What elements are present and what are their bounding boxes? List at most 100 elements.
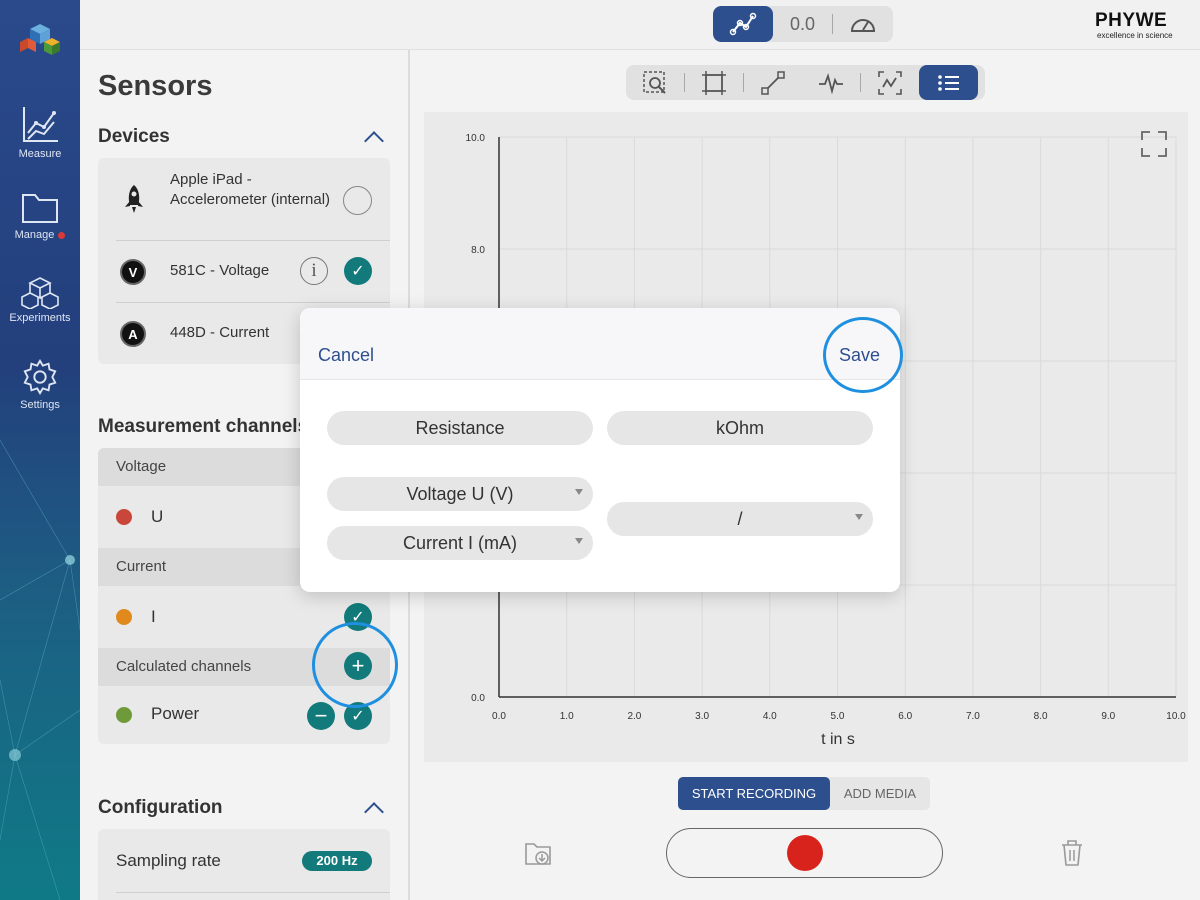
rail-label-manage: Manage: [15, 229, 66, 241]
chart-line-icon: [23, 107, 58, 142]
rail-item-settings[interactable]: Settings: [0, 358, 80, 411]
cubes-icon: [21, 277, 59, 309]
x-tick-label: 0.0: [492, 711, 506, 722]
rail-label-measure: Measure: [18, 148, 62, 160]
x-tick-label: 4.0: [763, 711, 777, 722]
folder-icon: [22, 194, 58, 223]
list-view-button[interactable]: [919, 65, 978, 100]
page-title: Sensors: [98, 70, 213, 102]
graph-line-icon: [729, 12, 757, 36]
zoom-button[interactable]: [626, 65, 684, 100]
x-axis-label: t in s: [821, 731, 855, 748]
dropdown-caret-icon: [575, 538, 583, 544]
list-icon: [937, 74, 959, 91]
channel-color-dot: [116, 609, 132, 625]
rail-item-manage[interactable]: Manage: [0, 190, 80, 241]
analysis-button[interactable]: [861, 65, 919, 100]
x-tick-label: 1.0: [560, 711, 574, 722]
voltage-sensor-badge-icon: V: [120, 259, 146, 285]
collapse-configuration-chevron-icon[interactable]: [364, 802, 384, 822]
current-sensor-badge-icon: A: [120, 321, 146, 347]
app-logo-icon: [20, 24, 60, 55]
operand-1-select[interactable]: Voltage U (V): [327, 477, 593, 511]
channel-color-dot: [116, 707, 132, 723]
slope-button[interactable]: [744, 65, 802, 100]
cancel-button[interactable]: Cancel: [318, 345, 374, 366]
highlight-ring-save: [823, 317, 903, 393]
chart-toolbar: [626, 65, 985, 100]
x-tick-label: 6.0: [898, 711, 912, 722]
dropdown-caret-icon: [855, 514, 863, 520]
operator-value: /: [737, 508, 743, 529]
channel-color-dot: [116, 509, 132, 525]
rail-label-settings: Settings: [20, 399, 60, 411]
y-tick-label: 10.0: [466, 133, 486, 144]
remove-channel-minus-icon[interactable]: −: [307, 702, 335, 730]
configuration-heading: Configuration: [98, 797, 223, 818]
divider: [116, 302, 390, 303]
record-button[interactable]: [787, 835, 823, 871]
operator-select[interactable]: /: [607, 502, 873, 536]
x-tick-label: 9.0: [1101, 711, 1115, 722]
folder-download-icon[interactable]: [524, 840, 554, 868]
gauge-icon: [850, 19, 876, 32]
device-select-radio[interactable]: [343, 186, 372, 215]
dialog-header: [300, 308, 900, 380]
fit-button[interactable]: [685, 65, 743, 100]
graph-view-button[interactable]: [713, 6, 773, 42]
trash-icon[interactable]: [1058, 838, 1086, 868]
signal-wave-icon: [819, 72, 843, 94]
channel-name-power: Power: [151, 704, 200, 723]
channel-name-u: U: [151, 507, 164, 526]
zoom-icon: [643, 70, 666, 94]
network-background: [0, 439, 80, 900]
top-bar: 0.0 PHYWE excellence in science: [80, 0, 1200, 50]
devices-heading: Devices: [98, 126, 170, 147]
dropdown-caret-icon: [575, 489, 583, 495]
rail-item-experiments[interactable]: Experiments: [0, 275, 80, 324]
voltage-enabled-check-icon[interactable]: ✓: [344, 257, 372, 285]
divider: [116, 240, 390, 241]
collapse-devices-chevron-icon[interactable]: [364, 131, 384, 151]
operand-2-value: Current I (mA): [402, 532, 517, 553]
frame-icon: [702, 70, 726, 95]
device-name-voltage: 581C - Voltage: [170, 262, 270, 279]
x-tick-label: 7.0: [966, 711, 980, 722]
fullscreen-icon[interactable]: [1140, 130, 1168, 158]
rocket-icon: [125, 185, 143, 213]
rail-label-experiments: Experiments: [9, 312, 71, 324]
brand-tagline: excellence in science: [1097, 31, 1173, 40]
sampling-rate-badge[interactable]: 200 Hz: [302, 851, 372, 871]
sampling-rate-label: Sampling rate: [116, 851, 221, 870]
numeric-view-button[interactable]: 0.0: [773, 6, 832, 42]
navigation-rail: Measure Manage Experiments Settings: [0, 0, 80, 900]
x-tick-label: 5.0: [831, 711, 845, 722]
x-tick-label: 3.0: [695, 711, 709, 722]
gauge-view-button[interactable]: [833, 6, 893, 42]
operand-1-value: Voltage U (V): [406, 483, 514, 504]
x-tick-label: 2.0: [627, 711, 641, 722]
channels-heading: Measurement channels: [98, 416, 309, 437]
y-tick-label: 0.0: [471, 693, 485, 704]
highlight-ring-add-channel: [312, 622, 398, 708]
rail-item-measure[interactable]: Measure: [0, 105, 80, 160]
divider: [116, 892, 390, 893]
view-mode-selector: 0.0: [713, 6, 893, 42]
operand-2-select[interactable]: Current I (mA): [327, 526, 593, 560]
notification-dot: [58, 231, 66, 239]
device-name-accelerometer: Apple iPad - Accelerometer (internal): [170, 171, 331, 208]
calculated-channel-dialog: Cancel Save Resistance kOhm Voltage U (V…: [300, 308, 900, 592]
unit-field[interactable]: kOhm: [607, 411, 873, 445]
device-name-current: 448D - Current: [170, 324, 270, 341]
channel-name-i: I: [151, 607, 156, 626]
curve-fit-icon: [878, 70, 902, 95]
start-recording-tab[interactable]: START RECORDING: [678, 777, 830, 810]
info-icon[interactable]: i: [300, 257, 328, 285]
slope-tool-icon: [761, 70, 785, 95]
x-tick-label: 10.0: [1166, 711, 1186, 722]
x-tick-label: 8.0: [1034, 711, 1048, 722]
channel-name-field[interactable]: Resistance: [327, 411, 593, 445]
add-media-tab[interactable]: ADD MEDIA: [830, 777, 930, 810]
signal-button[interactable]: [802, 65, 860, 100]
y-tick-label: 8.0: [471, 245, 485, 256]
